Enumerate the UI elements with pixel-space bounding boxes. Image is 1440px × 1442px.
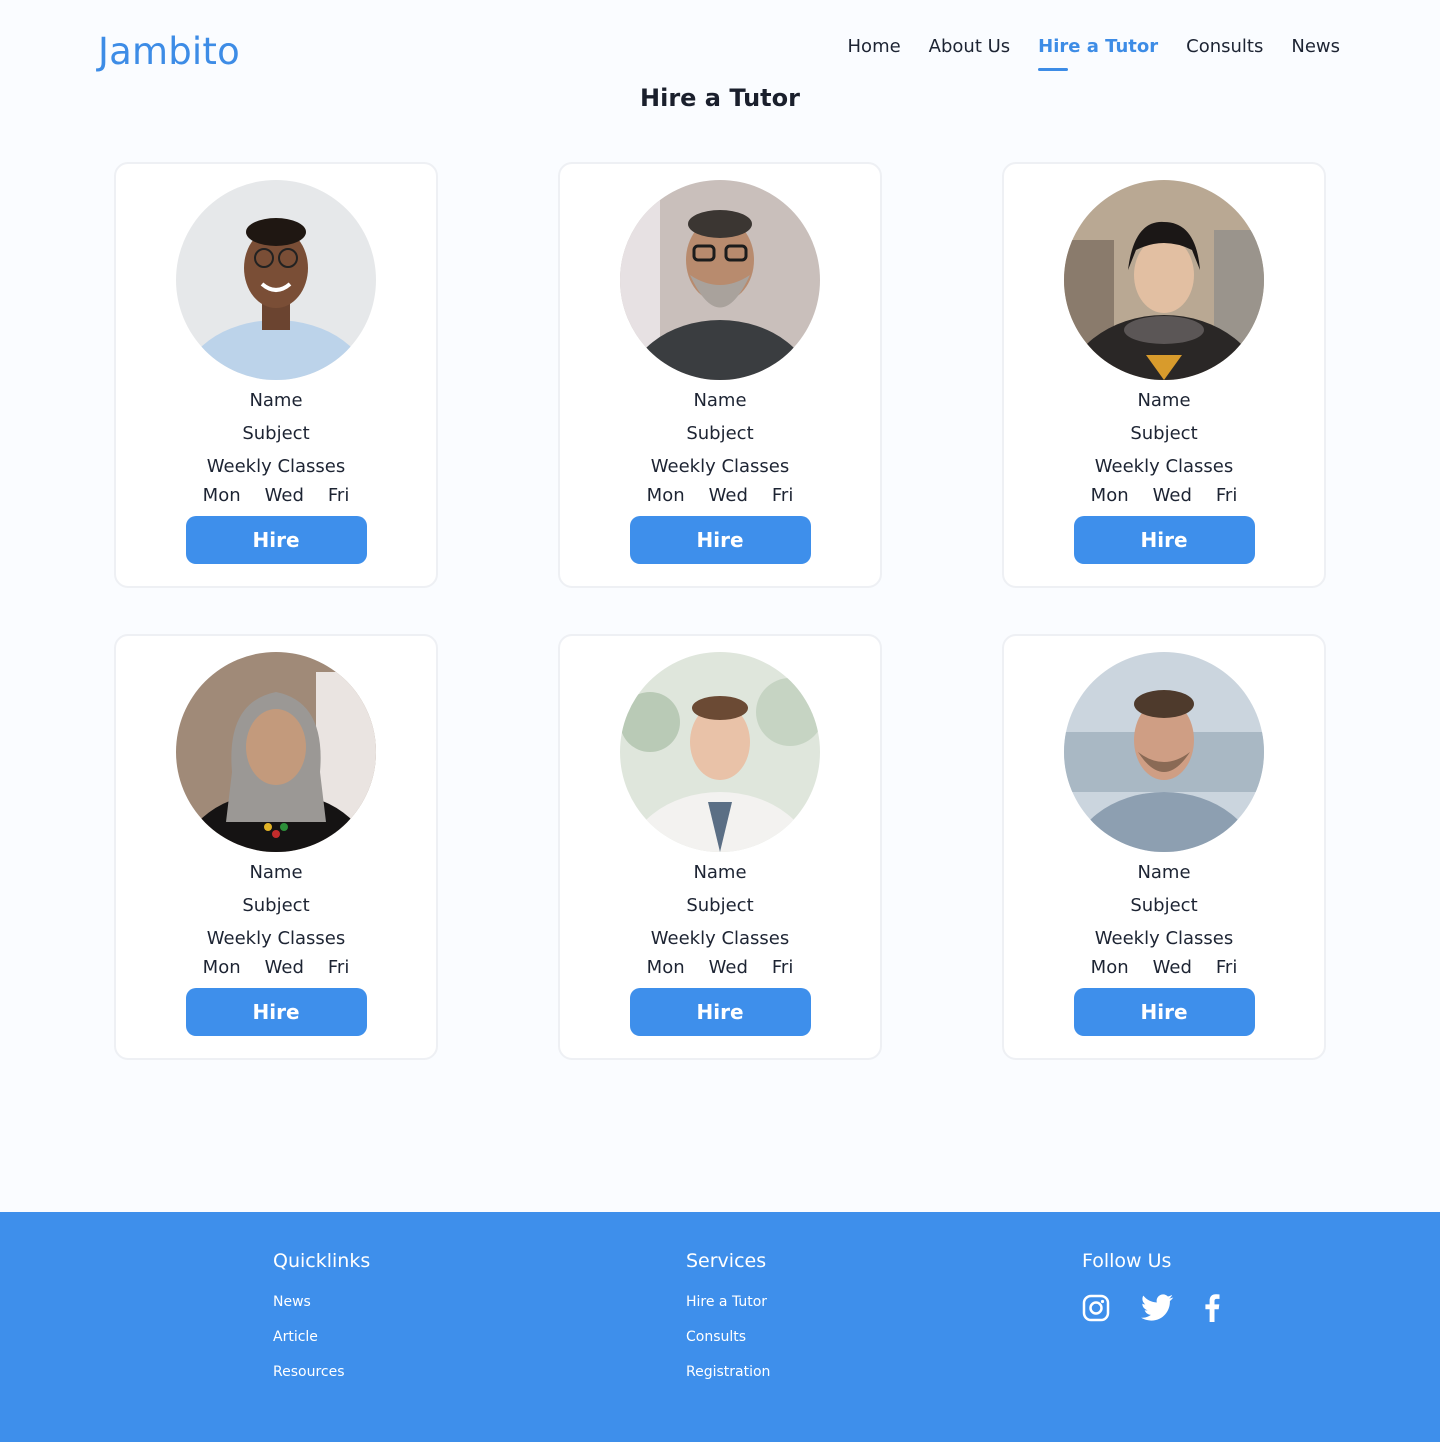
instagram-icon[interactable]: [1082, 1294, 1110, 1326]
nav-home[interactable]: Home: [848, 36, 901, 65]
tutor-name: Name: [249, 862, 303, 883]
tutor-subject: Subject: [686, 895, 754, 916]
tutor-name: Name: [693, 862, 747, 883]
day-label: Wed: [708, 957, 748, 978]
tutor-subject: Subject: [242, 895, 310, 916]
tutor-weekly-classes: Weekly Classes: [650, 456, 790, 477]
tutor-avatar: [620, 180, 820, 380]
main-nav: Home About Us Hire a Tutor Consults News: [848, 36, 1340, 71]
tutor-card: Name Subject Weekly Classes Mon Wed Fri …: [558, 634, 882, 1060]
class-days: Mon Wed Fri: [1091, 485, 1238, 506]
footer-follow: Follow Us: [1082, 1250, 1220, 1326]
footer-link-article[interactable]: Article: [273, 1329, 370, 1345]
footer-link-news[interactable]: News: [273, 1294, 370, 1310]
tutor-subject: Subject: [686, 423, 754, 444]
tutor-card: Name Subject Weekly Classes Mon Wed Fri …: [114, 634, 438, 1060]
page-title: Hire a Tutor: [640, 84, 800, 112]
footer-quicklinks: Quicklinks News Article Resources: [273, 1250, 370, 1399]
day-label: Mon: [1090, 957, 1129, 978]
footer-link-resources[interactable]: Resources: [273, 1364, 370, 1380]
tutor-name: Name: [693, 390, 747, 411]
tutor-grid: Name Subject Weekly Classes Mon Wed Fri …: [114, 162, 1326, 1060]
footer-link-registration[interactable]: Registration: [686, 1364, 770, 1380]
day-label: Fri: [1215, 485, 1238, 506]
day-label: Wed: [264, 485, 304, 506]
day-label: Mon: [646, 957, 685, 978]
footer-follow-title: Follow Us: [1082, 1250, 1172, 1272]
tutor-weekly-classes: Weekly Classes: [1094, 928, 1234, 949]
footer-link-hire-a-tutor[interactable]: Hire a Tutor: [686, 1294, 770, 1310]
tutor-weekly-classes: Weekly Classes: [206, 928, 346, 949]
class-days: Mon Wed Fri: [1091, 957, 1238, 978]
tutor-avatar: [176, 180, 376, 380]
day-label: Fri: [771, 485, 794, 506]
tutor-avatar: [1064, 180, 1264, 380]
tutor-avatar: [620, 652, 820, 852]
day-label: Wed: [1152, 957, 1192, 978]
class-days: Mon Wed Fri: [203, 957, 350, 978]
nav-hire-a-tutor[interactable]: Hire a Tutor: [1038, 36, 1158, 71]
day-label: Fri: [1215, 957, 1238, 978]
footer-quicklinks-title: Quicklinks: [273, 1250, 371, 1272]
day-label: Fri: [327, 485, 350, 506]
tutor-weekly-classes: Weekly Classes: [1094, 456, 1234, 477]
tutor-weekly-classes: Weekly Classes: [650, 928, 790, 949]
hire-button[interactable]: Hire: [1073, 516, 1255, 564]
nav-consults[interactable]: Consults: [1186, 36, 1263, 65]
class-days: Mon Wed Fri: [647, 957, 794, 978]
day-label: Wed: [708, 485, 748, 506]
hire-button[interactable]: Hire: [1073, 988, 1255, 1036]
footer-services-title: Services: [686, 1250, 767, 1272]
day-label: Mon: [202, 485, 241, 506]
tutor-subject: Subject: [242, 423, 310, 444]
twitter-icon[interactable]: [1140, 1294, 1174, 1326]
day-label: Wed: [1152, 485, 1192, 506]
social-links: [1082, 1294, 1220, 1326]
day-label: Fri: [771, 957, 794, 978]
hire-button[interactable]: Hire: [629, 988, 811, 1036]
footer-link-consults[interactable]: Consults: [686, 1329, 770, 1345]
day-label: Mon: [646, 485, 685, 506]
tutor-card: Name Subject Weekly Classes Mon Wed Fri …: [1002, 634, 1326, 1060]
footer-services: Services Hire a Tutor Consults Registrat…: [686, 1250, 770, 1399]
nav-about-us[interactable]: About Us: [929, 36, 1011, 65]
tutor-subject: Subject: [1130, 423, 1198, 444]
site-footer: Quicklinks News Article Resources Servic…: [0, 1212, 1440, 1442]
tutor-card: Name Subject Weekly Classes Mon Wed Fri …: [114, 162, 438, 588]
day-label: Fri: [327, 957, 350, 978]
day-label: Mon: [202, 957, 241, 978]
hire-button[interactable]: Hire: [185, 516, 367, 564]
tutor-weekly-classes: Weekly Classes: [206, 456, 346, 477]
tutor-avatar: [1064, 652, 1264, 852]
day-label: Wed: [264, 957, 304, 978]
nav-news[interactable]: News: [1291, 36, 1340, 65]
tutor-name: Name: [1137, 862, 1191, 883]
class-days: Mon Wed Fri: [647, 485, 794, 506]
tutor-card: Name Subject Weekly Classes Mon Wed Fri …: [1002, 162, 1326, 588]
tutor-name: Name: [249, 390, 303, 411]
site-logo[interactable]: Jambito: [98, 30, 240, 73]
facebook-icon[interactable]: [1204, 1294, 1220, 1326]
tutor-card: Name Subject Weekly Classes Mon Wed Fri …: [558, 162, 882, 588]
tutor-name: Name: [1137, 390, 1191, 411]
hire-button[interactable]: Hire: [185, 988, 367, 1036]
class-days: Mon Wed Fri: [203, 485, 350, 506]
tutor-subject: Subject: [1130, 895, 1198, 916]
tutor-avatar: [176, 652, 376, 852]
hire-button[interactable]: Hire: [629, 516, 811, 564]
day-label: Mon: [1090, 485, 1129, 506]
